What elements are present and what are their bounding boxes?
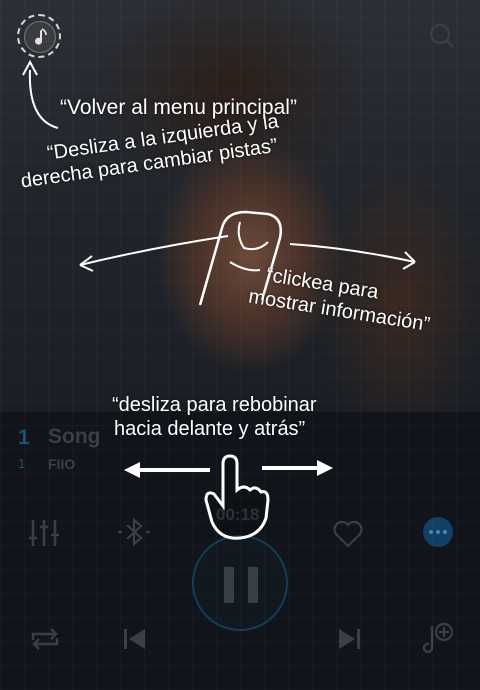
swipe-track-arrows bbox=[79, 235, 416, 272]
home-hint-arrow bbox=[22, 59, 59, 129]
seek-hint-line2: hacia delante y atrás” bbox=[114, 417, 306, 440]
swipe-hand-icon bbox=[204, 454, 270, 540]
seek-hint-line1: “desliza para rebobinar bbox=[112, 394, 317, 416]
seek-hint: “desliza para rebobinar hacia delante y … bbox=[112, 394, 317, 441]
